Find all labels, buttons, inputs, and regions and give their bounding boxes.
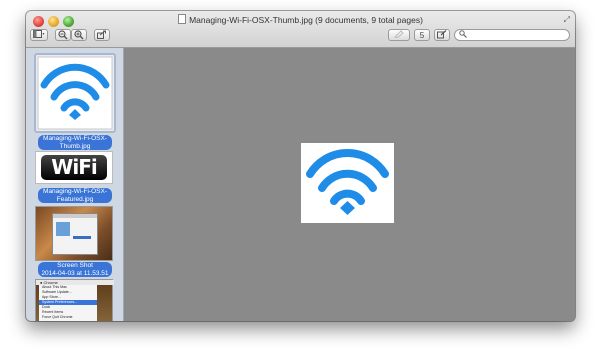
document-view[interactable] bbox=[124, 48, 575, 321]
sidebar-toggle-button[interactable] bbox=[30, 29, 48, 41]
zoom-in-icon bbox=[74, 30, 84, 40]
caption-line: Managing-Wi-Fi-OSX- bbox=[43, 135, 107, 142]
screenshot-content bbox=[56, 222, 70, 236]
thumbnail-2[interactable]: WiFi bbox=[35, 151, 113, 184]
zoom-in-button[interactable] bbox=[71, 29, 87, 41]
caption-line: 2014-04-03 at 11.53.51 bbox=[41, 269, 109, 277]
apple-menu: About This Mac Software Update... App St… bbox=[39, 285, 97, 321]
window-title: Managing-Wi-Fi-OSX-Thumb.jpg (9 document… bbox=[26, 14, 575, 25]
thumbnail-2-caption[interactable]: Managing-Wi-Fi-OSX- Featured.jpg bbox=[38, 188, 112, 203]
wifi-logo-text: WiFi bbox=[51, 155, 97, 179]
menu-item: Force Quit Chrome bbox=[42, 315, 73, 319]
preview-window: Managing-Wi-Fi-OSX-Thumb.jpg (9 document… bbox=[26, 11, 575, 321]
magnifier-icon bbox=[459, 30, 467, 38]
thumbnail-4[interactable]: ● Chrome About This Mac Software Update.… bbox=[35, 279, 114, 321]
zoom-out-icon bbox=[58, 30, 68, 40]
zoom-out-button[interactable] bbox=[55, 29, 71, 41]
edit-button[interactable] bbox=[434, 29, 450, 41]
screenshot-titlebar bbox=[53, 214, 97, 218]
rotate-label: 5 bbox=[419, 31, 425, 40]
pen-icon bbox=[394, 30, 404, 39]
caption-line: Featured.jpg bbox=[56, 195, 94, 203]
thumbnail-3-caption[interactable]: Screen Shot 2014-04-03 at 11.53.51 bbox=[38, 262, 112, 277]
wifi-icon bbox=[306, 149, 389, 215]
wifi-icon bbox=[37, 56, 113, 130]
wifi-logo: WiFi bbox=[41, 155, 107, 180]
screenshot-window bbox=[52, 213, 98, 255]
fullscreen-icon[interactable]: ⤢ bbox=[564, 15, 570, 25]
share-button[interactable] bbox=[94, 29, 110, 41]
sidebar-icon bbox=[33, 30, 45, 38]
thumbnail-3[interactable] bbox=[35, 206, 113, 261]
caption-line: Thumb.jpg bbox=[59, 142, 91, 150]
document-icon bbox=[178, 14, 187, 24]
title-bar: Managing-Wi-Fi-OSX-Thumb.jpg (9 document… bbox=[26, 11, 575, 48]
edit-icon bbox=[437, 30, 447, 39]
share-icon bbox=[97, 30, 106, 39]
markup-pen-button[interactable] bbox=[388, 29, 410, 41]
thumbnail-sidebar[interactable]: Managing-Wi-Fi-OSX- Thumb.jpg WiFi Manag… bbox=[26, 48, 124, 321]
thumbnail-1[interactable] bbox=[34, 53, 116, 133]
screenshot-text bbox=[73, 236, 91, 239]
displayed-image bbox=[301, 143, 394, 223]
caption-line: Managing-Wi-Fi-OSX- bbox=[43, 188, 107, 195]
caption-line: Screen Shot bbox=[57, 262, 93, 269]
window-title-text: Managing-Wi-Fi-OSX-Thumb.jpg (9 document… bbox=[189, 15, 423, 25]
thumbnail-1-caption[interactable]: Managing-Wi-Fi-OSX- Thumb.jpg bbox=[38, 135, 112, 150]
search-field[interactable] bbox=[454, 29, 570, 41]
rotate-button[interactable]: 5 bbox=[414, 29, 430, 41]
